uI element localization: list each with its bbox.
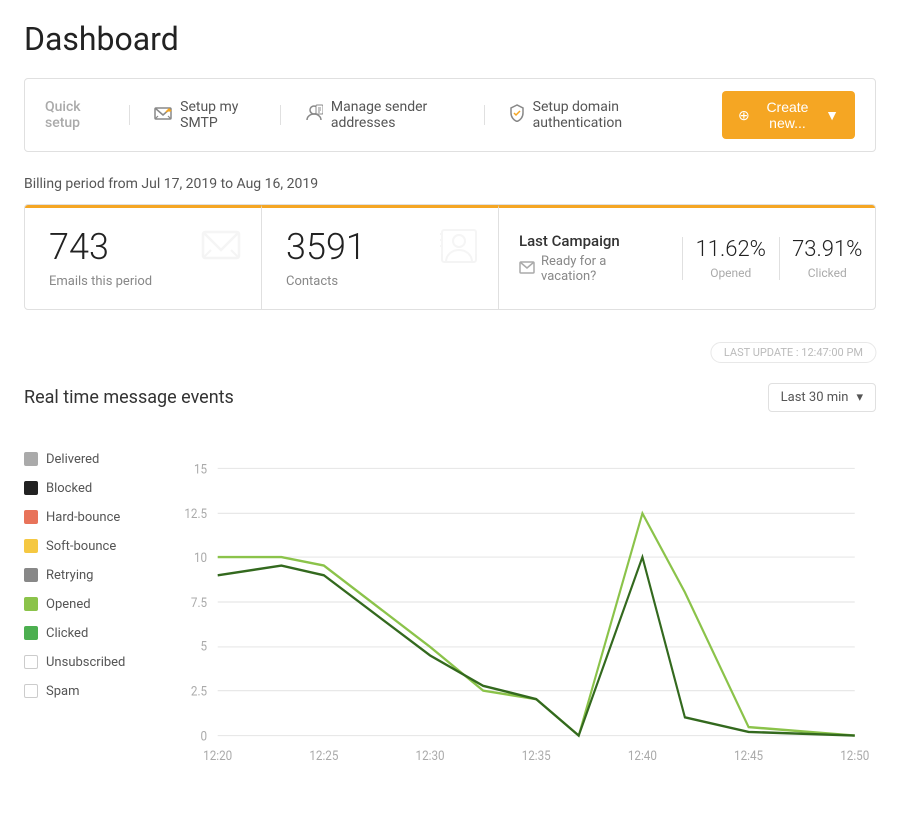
chart-svg: 0 2.5 5 7.5 10 12.5 15 12:20 12:25 12:30… bbox=[154, 432, 876, 772]
dropdown-chevron-icon: ▾ bbox=[856, 390, 863, 405]
last-campaign-subtitle: Ready for a vacation? bbox=[519, 254, 662, 284]
last-update-wrap: LAST UPDATE : 12:47:00 PM bbox=[24, 326, 876, 375]
clicked-legend-label: Clicked bbox=[46, 626, 88, 641]
legend-soft-bounce: Soft-bounce bbox=[24, 539, 154, 554]
legend-opened: Opened bbox=[24, 597, 154, 612]
last-campaign-info: Last Campaign Ready for a vacation? bbox=[499, 232, 682, 284]
svg-text:12:25: 12:25 bbox=[309, 748, 338, 764]
opened-legend-label: Opened bbox=[46, 597, 91, 612]
divider-1 bbox=[129, 105, 130, 125]
time-range-dropdown[interactable]: Last 30 min ▾ bbox=[768, 383, 876, 412]
clicked-color bbox=[24, 626, 38, 640]
create-new-label: Create new... bbox=[758, 99, 817, 131]
page-title: Dashboard bbox=[24, 20, 876, 58]
hard-bounce-label: Hard-bounce bbox=[46, 510, 120, 525]
legend-spam: Spam bbox=[24, 684, 154, 699]
blocked-label: Blocked bbox=[46, 481, 92, 496]
chart-legend: Delivered Blocked Hard-bounce Soft-bounc… bbox=[24, 432, 154, 776]
svg-text:5: 5 bbox=[201, 638, 208, 654]
clicked-value: 73.91% bbox=[792, 237, 864, 262]
opened-stat: 11.62% Opened bbox=[682, 237, 779, 280]
divider-3 bbox=[484, 105, 485, 125]
svg-text:12.5: 12.5 bbox=[184, 506, 207, 522]
emails-label: Emails this period bbox=[49, 274, 237, 289]
svg-text:7.5: 7.5 bbox=[191, 595, 207, 611]
unsubscribed-label: Unsubscribed bbox=[46, 655, 125, 670]
legend-unsubscribed: Unsubscribed bbox=[24, 655, 154, 670]
last-update-badge: LAST UPDATE : 12:47:00 PM bbox=[711, 342, 876, 363]
create-plus-icon: ⊕ bbox=[738, 107, 750, 124]
spam-label: Spam bbox=[46, 684, 80, 699]
legend-clicked: Clicked bbox=[24, 626, 154, 641]
svg-text:12:50: 12:50 bbox=[840, 748, 869, 764]
legend-retrying: Retrying bbox=[24, 568, 154, 583]
domain-auth-label: Setup domain authentication bbox=[533, 99, 674, 131]
clicked-stat: 73.91% Clicked bbox=[779, 237, 876, 280]
retrying-color bbox=[24, 568, 38, 582]
domain-auth-item[interactable]: Setup domain authentication bbox=[509, 99, 674, 131]
delivered-color bbox=[24, 452, 38, 466]
hard-bounce-color bbox=[24, 510, 38, 524]
divider-2 bbox=[280, 105, 281, 125]
svg-text:0: 0 bbox=[201, 728, 208, 744]
svg-text:12:30: 12:30 bbox=[416, 748, 445, 764]
realtime-title: Real time message events bbox=[24, 387, 234, 408]
delivered-label: Delivered bbox=[46, 452, 99, 467]
stats-row: 743 Emails this period 3591 Contacts bbox=[24, 204, 876, 310]
soft-bounce-label: Soft-bounce bbox=[46, 539, 116, 554]
svg-text:12:40: 12:40 bbox=[628, 748, 657, 764]
legend-blocked: Blocked bbox=[24, 481, 154, 496]
opened-line bbox=[218, 513, 855, 735]
svg-text:12:20: 12:20 bbox=[203, 748, 232, 764]
opened-label: Opened bbox=[695, 266, 767, 280]
campaign-subtitle-text: Ready for a vacation? bbox=[541, 254, 662, 284]
create-new-button[interactable]: ⊕ Create new... ▼ bbox=[722, 91, 855, 139]
chart-area: 0 2.5 5 7.5 10 12.5 15 12:20 12:25 12:30… bbox=[154, 432, 876, 776]
svg-text:10: 10 bbox=[194, 550, 207, 566]
soft-bounce-color bbox=[24, 539, 38, 553]
opened-color bbox=[24, 597, 38, 611]
quick-setup-label: Quick setup bbox=[45, 99, 105, 131]
quick-setup-bar: Quick setup Setup my SMTP bbox=[24, 78, 876, 152]
sender-label: Manage sender addresses bbox=[331, 99, 460, 131]
legend-delivered: Delivered bbox=[24, 452, 154, 467]
clicked-label: Clicked bbox=[792, 266, 864, 280]
emails-stat-card: 743 Emails this period bbox=[25, 205, 262, 309]
campaign-sub-icon bbox=[519, 260, 535, 278]
sender-addresses-item[interactable]: Manage sender addresses bbox=[305, 99, 460, 131]
svg-text:15: 15 bbox=[194, 461, 207, 477]
contacts-stat-card: 3591 Contacts bbox=[262, 205, 499, 309]
svg-text:2.5: 2.5 bbox=[191, 683, 207, 699]
last-campaign-title: Last Campaign bbox=[519, 232, 662, 250]
smtp-setup-item[interactable]: Setup my SMTP bbox=[154, 99, 256, 131]
sender-icon bbox=[305, 104, 323, 126]
create-chevron-icon: ▼ bbox=[825, 107, 839, 123]
shield-icon bbox=[509, 104, 525, 126]
clicked-line bbox=[218, 557, 855, 736]
unsubscribed-color bbox=[24, 655, 38, 669]
svg-text:12:35: 12:35 bbox=[522, 748, 551, 764]
page-container: Dashboard Quick setup Setup my SMTP bbox=[0, 0, 900, 796]
contacts-icon bbox=[440, 228, 478, 272]
time-range-label: Last 30 min bbox=[781, 390, 849, 405]
retrying-label: Retrying bbox=[46, 568, 93, 583]
email-icon bbox=[201, 228, 241, 270]
blocked-color bbox=[24, 481, 38, 495]
billing-label: Billing period from Jul 17, 2019 to Aug … bbox=[24, 176, 876, 192]
chart-container: Delivered Blocked Hard-bounce Soft-bounc… bbox=[24, 432, 876, 776]
legend-hard-bounce: Hard-bounce bbox=[24, 510, 154, 525]
realtime-header: Real time message events Last 30 min ▾ bbox=[24, 383, 876, 412]
smtp-label: Setup my SMTP bbox=[180, 99, 256, 131]
spam-color bbox=[24, 684, 38, 698]
last-campaign-card: Last Campaign Ready for a vacation? 11.6… bbox=[499, 205, 875, 309]
svg-text:12:45: 12:45 bbox=[734, 748, 763, 764]
contacts-label: Contacts bbox=[286, 274, 474, 289]
smtp-icon bbox=[154, 105, 172, 125]
opened-value: 11.62% bbox=[695, 237, 767, 262]
